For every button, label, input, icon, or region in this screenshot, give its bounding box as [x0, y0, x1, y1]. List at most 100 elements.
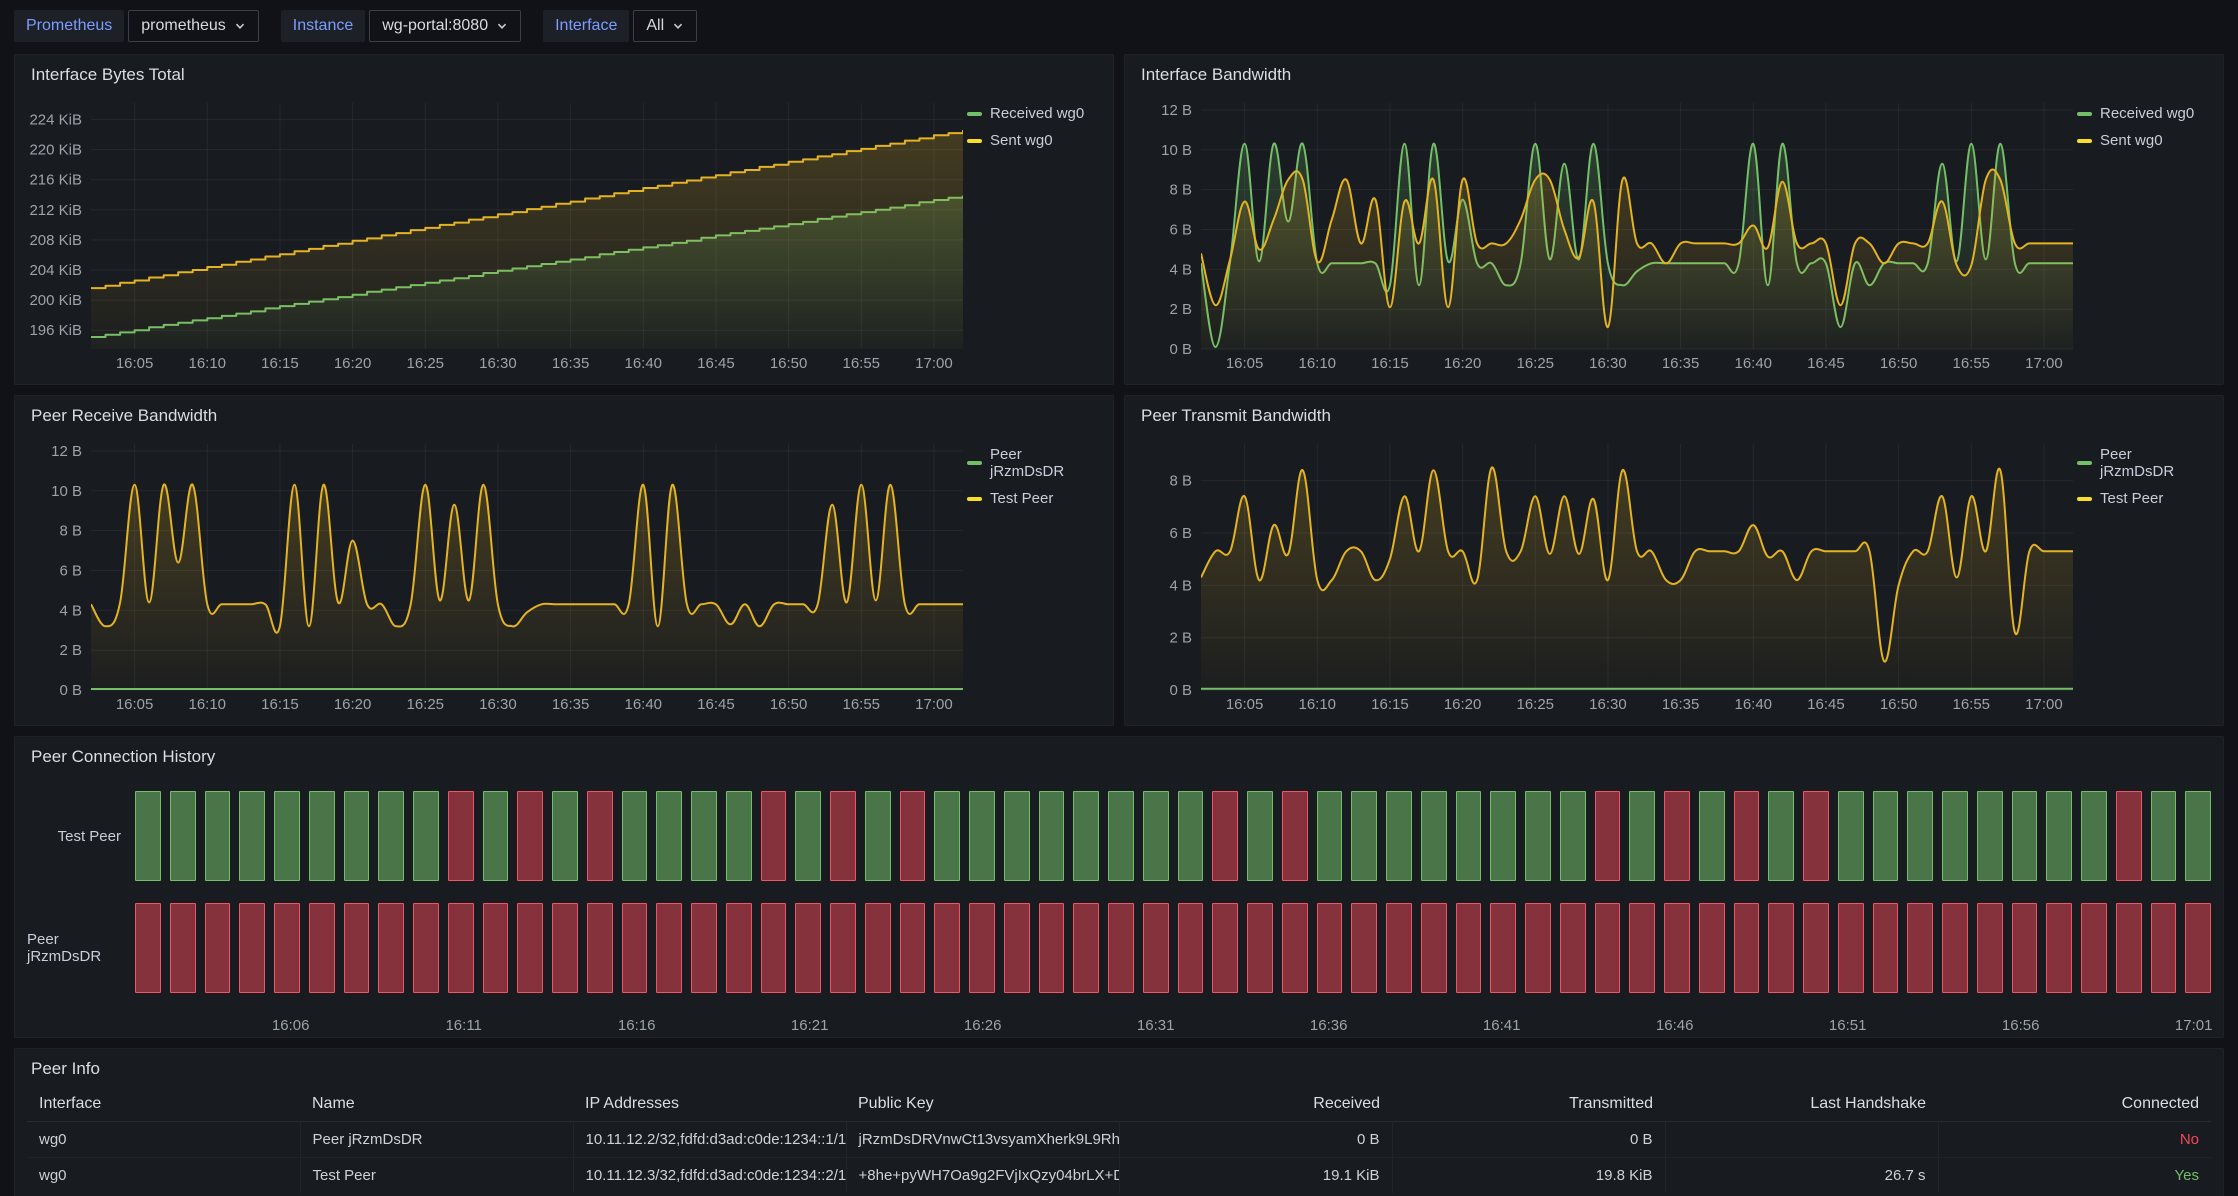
history-bar-disconnected: [795, 903, 821, 993]
column-header-ip-addresses[interactable]: IP Addresses: [573, 1087, 846, 1122]
svg-text:16:05: 16:05: [1226, 696, 1264, 713]
history-bar-disconnected: [1595, 903, 1621, 993]
svg-text:10 B: 10 B: [51, 483, 82, 500]
legend-color-icon: [967, 461, 982, 465]
history-bar-disconnected: [2116, 791, 2142, 881]
history-bar-connected: [413, 791, 439, 881]
panel-title[interactable]: Interface Bandwidth: [1137, 63, 2211, 91]
history-bar-connected: [239, 791, 265, 881]
legend-item-received-wg0[interactable]: Received wg0: [2077, 105, 2209, 122]
history-x-tick: 16:06: [272, 1017, 310, 1034]
svg-text:16:20: 16:20: [334, 355, 372, 372]
peer-receive-bandwidth-plot[interactable]: 0 B2 B4 B6 B8 B10 B12 B16:0516:1016:1516…: [27, 432, 967, 716]
legend-item-received-wg0[interactable]: Received wg0: [967, 105, 1099, 122]
panel-title[interactable]: Peer Info: [27, 1057, 2211, 1085]
legend-item-test-peer[interactable]: Test Peer: [2077, 490, 2209, 507]
column-header-public-key[interactable]: Public Key: [846, 1087, 1119, 1122]
column-header-name[interactable]: Name: [300, 1087, 573, 1122]
legend-item-peer-jrzmdsdr[interactable]: Peer jRzmDsDR: [2077, 446, 2209, 480]
history-bar-disconnected: [205, 903, 231, 993]
history-bar-disconnected: [1212, 903, 1238, 993]
svg-text:216 KiB: 216 KiB: [29, 172, 82, 189]
legend-item-sent-wg0[interactable]: Sent wg0: [967, 132, 1099, 149]
svg-text:16:40: 16:40: [624, 355, 662, 372]
svg-text:200 KiB: 200 KiB: [29, 292, 82, 309]
svg-text:16:30: 16:30: [1589, 355, 1627, 372]
history-bar-disconnected: [1942, 903, 1968, 993]
history-bar-disconnected: [1039, 903, 1065, 993]
variable-dropdown-prometheus[interactable]: prometheus: [128, 10, 259, 42]
history-bar-disconnected: [1212, 791, 1238, 881]
column-header-connected[interactable]: Connected: [1938, 1087, 2211, 1122]
cell-connected: Yes: [1938, 1158, 2211, 1194]
history-bar-disconnected: [344, 903, 370, 993]
history-bar-connected: [170, 791, 196, 881]
history-bar-connected: [2081, 791, 2107, 881]
history-bar-connected: [1490, 791, 1516, 881]
column-header-received[interactable]: Received: [1119, 1087, 1392, 1122]
variable-value: All: [646, 17, 664, 35]
history-bar-connected: [2185, 791, 2211, 881]
svg-text:16:25: 16:25: [406, 355, 444, 372]
svg-text:16:45: 16:45: [1807, 696, 1845, 713]
legend-color-icon: [967, 139, 982, 143]
column-header-transmitted[interactable]: Transmitted: [1392, 1087, 1665, 1122]
history-bar-disconnected: [830, 903, 856, 993]
history-row-label: Peer jRzmDsDR: [27, 903, 135, 993]
legend-color-icon: [967, 497, 982, 501]
legend-item-peer-jrzmdsdr[interactable]: Peer jRzmDsDR: [967, 446, 1099, 480]
peer-transmit-bandwidth-plot[interactable]: 0 B2 B4 B6 B8 B16:0516:1016:1516:2016:25…: [1137, 432, 2077, 716]
history-bar-connected: [1977, 791, 2003, 881]
history-bar-connected: [1073, 791, 1099, 881]
history-bar-connected: [1421, 791, 1447, 881]
panel-title[interactable]: Interface Bytes Total: [27, 63, 1101, 91]
panel-title[interactable]: Peer Connection History: [27, 745, 2211, 773]
panel-interface-bytes-total: Interface Bytes Total 196 KiB200 KiB204 …: [14, 54, 1114, 385]
history-bar-connected: [1143, 791, 1169, 881]
cell-name: Peer jRzmDsDR: [300, 1122, 573, 1158]
history-bar-disconnected: [2116, 903, 2142, 993]
history-bar-disconnected: [622, 903, 648, 993]
svg-text:16:50: 16:50: [770, 696, 808, 713]
interface-bandwidth-plot[interactable]: 0 B2 B4 B6 B8 B10 B12 B16:0516:1016:1516…: [1137, 91, 2077, 375]
svg-text:16:20: 16:20: [1444, 355, 1482, 372]
cell-transmitted: 19.8 KiB: [1392, 1158, 1665, 1194]
history-bar-connected: [795, 791, 821, 881]
variable-dropdown-interface[interactable]: All: [633, 10, 697, 42]
cell-transmitted: 0 B: [1392, 1122, 1665, 1158]
panel-peer-receive-bandwidth: Peer Receive Bandwidth 0 B2 B4 B6 B8 B10…: [14, 395, 1114, 726]
svg-text:16:40: 16:40: [1734, 696, 1772, 713]
history-bar-connected: [622, 791, 648, 881]
svg-text:12 B: 12 B: [1161, 102, 1192, 119]
history-bar-disconnected: [726, 903, 752, 993]
history-x-tick: 16:26: [964, 1017, 1002, 1034]
svg-text:16:55: 16:55: [1952, 355, 1990, 372]
history-bar-disconnected: [691, 903, 717, 993]
panel-title[interactable]: Peer Receive Bandwidth: [27, 404, 1101, 432]
legend-item-test-peer[interactable]: Test Peer: [967, 490, 1099, 507]
history-bar-disconnected: [1351, 903, 1377, 993]
column-header-interface[interactable]: Interface: [27, 1087, 300, 1122]
variable-dropdown-instance[interactable]: wg-portal:8080: [369, 10, 521, 42]
history-bar-connected: [1838, 791, 1864, 881]
legend-color-icon: [967, 112, 982, 116]
history-bar-disconnected: [1699, 903, 1725, 993]
legend-label: Sent wg0: [990, 132, 1053, 149]
interface-bytes-total-plot[interactable]: 196 KiB200 KiB204 KiB208 KiB212 KiB216 K…: [27, 91, 967, 375]
history-bar-connected: [135, 791, 161, 881]
legend-item-sent-wg0[interactable]: Sent wg0: [2077, 132, 2209, 149]
history-bar-disconnected: [170, 903, 196, 993]
history-bar-connected: [656, 791, 682, 881]
history-bar-connected: [1386, 791, 1412, 881]
history-bar-disconnected: [552, 903, 578, 993]
cell-ip-addresses: 10.11.12.3/32,fdfd:d3ad:c0de:1234::2/128: [573, 1158, 846, 1194]
svg-text:16:45: 16:45: [697, 696, 735, 713]
history-bar-disconnected: [1073, 903, 1099, 993]
svg-text:16:50: 16:50: [1880, 696, 1918, 713]
history-bar-disconnected: [656, 903, 682, 993]
history-bars: [135, 791, 2211, 881]
panel-title[interactable]: Peer Transmit Bandwidth: [1137, 404, 2211, 432]
history-bar-disconnected: [1386, 903, 1412, 993]
history-bar-disconnected: [900, 791, 926, 881]
column-header-last-handshake[interactable]: Last Handshake: [1665, 1087, 1938, 1122]
